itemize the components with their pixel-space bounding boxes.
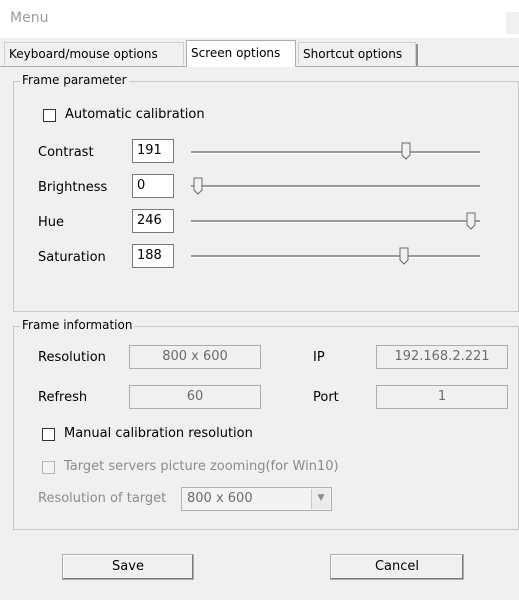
manual-calibration-label: Manual calibration resolution (64, 426, 253, 441)
tab-label: Screen options (191, 46, 281, 60)
target-resolution-dropdown[interactable]: 800 x 600 ▼ (181, 487, 332, 511)
contrast-slider-track[interactable] (191, 151, 480, 154)
ip-label: IP (313, 350, 325, 365)
save-button[interactable]: Save (62, 554, 194, 580)
brightness-input[interactable]: 0 (132, 174, 174, 198)
scrollbar[interactable] (506, 12, 519, 34)
brightness-slider-thumb[interactable] (193, 177, 203, 195)
resolution-field: 800 x 600 (129, 345, 261, 369)
tab-screen-options[interactable]: Screen options (186, 40, 296, 67)
hue-input[interactable]: 246 (132, 209, 174, 233)
title-bar (0, 0, 519, 38)
ip-field: 192.168.2.221 (376, 345, 508, 369)
saturation-label: Saturation (38, 250, 106, 265)
target-resolution-label: Resolution of target (38, 491, 167, 506)
contrast-slider-thumb[interactable] (401, 142, 411, 160)
contrast-label: Contrast (38, 145, 94, 160)
tab-keyboard-mouse-options[interactable]: Keyboard/mouse options (4, 42, 184, 65)
tab-label: Shortcut options (303, 47, 403, 61)
brightness-label: Brightness (38, 180, 108, 195)
zooming-checkbox[interactable] (42, 461, 55, 474)
resolution-label: Resolution (38, 350, 106, 365)
zooming-label: Target servers picture zooming(for Win10… (64, 459, 339, 474)
manual-calibration-checkbox[interactable] (42, 428, 55, 441)
automatic-calibration-checkbox[interactable] (43, 109, 56, 122)
port-label: Port (313, 390, 339, 405)
tab-label: Keyboard/mouse options (9, 47, 158, 61)
tab-shortcut-options[interactable]: Shortcut options (298, 42, 416, 65)
hue-slider-thumb[interactable] (466, 212, 476, 230)
brightness-slider-track[interactable] (191, 185, 480, 188)
refresh-label: Refresh (38, 390, 88, 405)
saturation-slider-track[interactable] (191, 255, 480, 258)
frame-information-legend: Frame information (20, 318, 135, 332)
saturation-input[interactable]: 188 (132, 244, 174, 268)
cancel-button[interactable]: Cancel (330, 554, 464, 580)
tab-divider (416, 44, 418, 66)
chevron-down-icon[interactable]: ▼ (311, 489, 330, 509)
automatic-calibration-label: Automatic calibration (65, 107, 205, 122)
refresh-field: 60 (129, 385, 261, 409)
hue-slider-track[interactable] (191, 220, 480, 223)
target-resolution-value: 800 x 600 (187, 491, 253, 506)
hue-label: Hue (38, 215, 65, 230)
saturation-slider-thumb[interactable] (399, 247, 409, 265)
window-title: Menu (10, 10, 49, 26)
frame-parameter-legend: Frame parameter (20, 73, 129, 87)
port-field: 1 (376, 385, 508, 409)
contrast-input[interactable]: 191 (132, 139, 174, 163)
